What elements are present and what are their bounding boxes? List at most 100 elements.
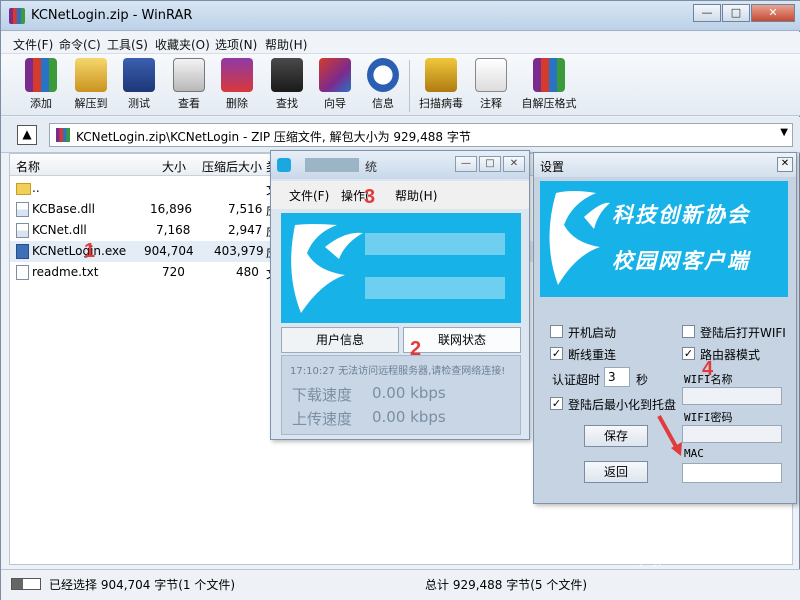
settings-title: 设置 [540, 160, 565, 174]
blurred-title [305, 158, 359, 172]
upload-label: 上传速度 [292, 410, 353, 428]
virus-scan-button[interactable]: 扫描病毒 [413, 58, 469, 111]
download-value: 0.00 kbps [372, 384, 446, 402]
toolbar: 添加 解压到 测试 查看 删除 查找 向导 信息 扫描病毒 注释 自解压格式 [1, 54, 800, 116]
annotation-marker-4: 4 [702, 358, 714, 380]
address-text: KCNetLogin.zip\KCNetLogin - ZIP 压缩文件, 解包… [76, 130, 471, 144]
info-button[interactable]: 信息 [355, 58, 411, 111]
settings-close-button[interactable]: ✕ [777, 157, 793, 172]
menu-favorites[interactable]: 收藏夹(O) [155, 36, 210, 53]
client-banner [281, 213, 521, 323]
text-file-icon [16, 265, 29, 280]
archive-icon [56, 128, 70, 142]
add-icon [25, 58, 57, 92]
wifi-name-input[interactable] [682, 387, 782, 405]
reconnect-label: 断线重连 [568, 348, 617, 362]
client-close-button[interactable]: ✕ [503, 156, 525, 172]
timeout-unit: 秒 [636, 373, 649, 387]
settings-banner: 科技创新协会 校园网客户端 [540, 181, 788, 297]
client-title: 统 [365, 160, 378, 174]
chevron-down-icon[interactable]: ▼ [780, 127, 788, 138]
virus-scan-icon [425, 58, 457, 92]
address-bar: ▲ KCNetLogin.zip\KCNetLogin - ZIP 压缩文件, … [1, 117, 800, 153]
extract-icon [75, 58, 107, 92]
menu-bar: 文件(F) 命令(C) 工具(S) 收藏夹(O) 选项(N) 帮助(H) [1, 32, 800, 54]
timeout-input[interactable]: 3 [604, 367, 630, 387]
status-selected: 已经选择 904,704 字节(1 个文件) [49, 578, 236, 592]
test-button[interactable]: 测试 [111, 58, 167, 111]
column-name[interactable]: 名称 [16, 158, 40, 175]
banner-client-name: 校园网客户端 [612, 249, 750, 273]
address-field[interactable]: KCNetLogin.zip\KCNetLogin - ZIP 压缩文件, 解包… [49, 123, 793, 147]
kc-logo-icon [549, 191, 610, 285]
back-button[interactable]: 返回 [584, 461, 648, 483]
exe-file-icon [16, 244, 29, 259]
comment-button[interactable]: 注释 [463, 58, 519, 111]
client-tabs: 用户信息 联网状态 [281, 327, 521, 355]
settings-title-bar: 设置 ✕ [534, 153, 796, 177]
column-size[interactable]: 大小 [162, 158, 186, 175]
column-packed[interactable]: 压缩后大小 [202, 158, 262, 175]
open-wifi-label: 登陆后打开WIFI [700, 326, 786, 340]
status-bar: 已经选择 904,704 字节(1 个文件) 总计 929,488 字节(5 个… [1, 569, 800, 600]
client-menu-help[interactable]: 帮助(H) [395, 187, 437, 204]
client-title-bar: 统 — □ ✕ [271, 151, 529, 179]
save-button[interactable]: 保存 [584, 425, 648, 447]
delete-button[interactable]: 删除 [209, 58, 265, 111]
minimize-tray-label: 登陆后最小化到托盘 [568, 398, 677, 412]
timeout-label: 认证超时 [552, 373, 601, 387]
menu-help[interactable]: 帮助(H) [265, 36, 307, 53]
wizard-icon [319, 58, 351, 92]
dll-file-icon [16, 223, 29, 238]
menu-tools[interactable]: 工具(S) [107, 36, 148, 53]
client-app-icon [277, 158, 291, 172]
status-total: 总计 929,488 字节(5 个文件) [425, 578, 588, 592]
status-message: 17:10:27 无法访问远程服务器,请检查网络连接! [290, 366, 506, 377]
maximize-button[interactable]: □ [722, 4, 750, 22]
drive-icon [11, 578, 41, 590]
add-button[interactable]: 添加 [13, 58, 69, 111]
mac-label: MAC [684, 447, 704, 460]
client-minimize-button[interactable]: — [455, 156, 477, 172]
banner-org-name: 科技创新协会 [612, 203, 750, 227]
mac-input[interactable] [682, 463, 782, 483]
info-icon [367, 58, 399, 92]
kc-logo-icon [291, 224, 505, 313]
up-folder-button[interactable]: ▲ [17, 125, 37, 145]
comment-icon [475, 58, 507, 92]
open-wifi-checkbox[interactable] [682, 325, 695, 338]
upload-value: 0.00 kbps [372, 408, 446, 426]
client-maximize-button[interactable]: □ [479, 156, 501, 172]
reconnect-checkbox[interactable]: ✓ [550, 347, 563, 360]
minimize-button[interactable]: — [693, 4, 721, 22]
client-menu-file[interactable]: 文件(F) [289, 187, 329, 204]
view-icon [173, 58, 205, 92]
baidu-watermark-url: jingyan.baidu.com [640, 555, 729, 567]
minimize-tray-checkbox[interactable]: ✓ [550, 397, 563, 410]
annotation-marker-3: 3 [364, 186, 376, 208]
close-button[interactable]: ✕ [751, 4, 795, 22]
sfx-icon [533, 58, 565, 92]
auto-start-label: 开机启动 [568, 326, 617, 340]
sfx-button[interactable]: 自解压格式 [521, 58, 577, 111]
delete-icon [221, 58, 253, 92]
annotation-marker-1: 1 [84, 240, 96, 262]
router-mode-checkbox[interactable]: ✓ [682, 347, 695, 360]
winrar-app-icon [9, 8, 25, 24]
window-title: KCNetLogin.zip - WinRAR [31, 8, 193, 23]
dll-file-icon [16, 202, 29, 217]
download-label: 下载速度 [292, 386, 353, 404]
annotation-marker-2: 2 [410, 338, 422, 360]
toolbar-separator [409, 60, 410, 112]
test-icon [123, 58, 155, 92]
folder-icon [16, 183, 31, 195]
client-menu-bar: 文件(F) 操作( 帮助(H) [271, 181, 529, 209]
binoculars-icon [271, 58, 303, 92]
menu-options[interactable]: 选项(N) [215, 36, 257, 53]
menu-file[interactable]: 文件(F) [13, 36, 53, 53]
wifi-password-input[interactable] [682, 425, 782, 443]
tab-user-info[interactable]: 用户信息 [281, 327, 399, 353]
network-status-panel: 17:10:27 无法访问远程服务器,请检查网络连接! 下载速度 0.00 kb… [281, 355, 521, 435]
menu-commands[interactable]: 命令(C) [59, 36, 101, 53]
auto-start-checkbox[interactable] [550, 325, 563, 338]
